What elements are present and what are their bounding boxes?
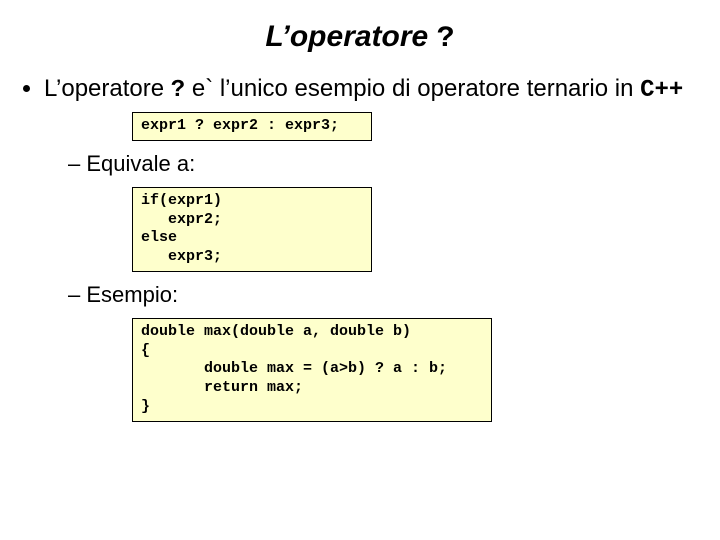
bullet-text-1b: e` l’unico esempio di operatore ternario… (185, 75, 640, 102)
bullet-text-1a: L’operatore (44, 75, 171, 102)
subitem-equivale: Equivale a: (68, 151, 686, 177)
title-operator: ? (437, 22, 455, 56)
code-ifelse: if(expr1) expr2; else expr3; (132, 187, 372, 272)
code-syntax: expr1 ? expr2 : expr3; (132, 112, 372, 141)
subitem-esempio: Esempio: (68, 282, 686, 308)
code-example: double max(double a, double b) { double … (132, 318, 492, 422)
sublist-2: Esempio: (68, 282, 686, 308)
slide: L’operatore ? L’operatore ? e` l’unico e… (0, 0, 720, 540)
bullet-list: L’operatore ? e` l’unico esempio di oper… (44, 74, 686, 106)
sublist: Equivale a: (68, 151, 686, 177)
bullet-operator: ? (171, 77, 185, 104)
bullet-cpp: C++ (640, 77, 683, 104)
title-text: L’operatore (265, 20, 436, 53)
slide-title: L’operatore ? (34, 20, 686, 56)
bullet-item-1: L’operatore ? e` l’unico esempio di oper… (44, 74, 686, 106)
